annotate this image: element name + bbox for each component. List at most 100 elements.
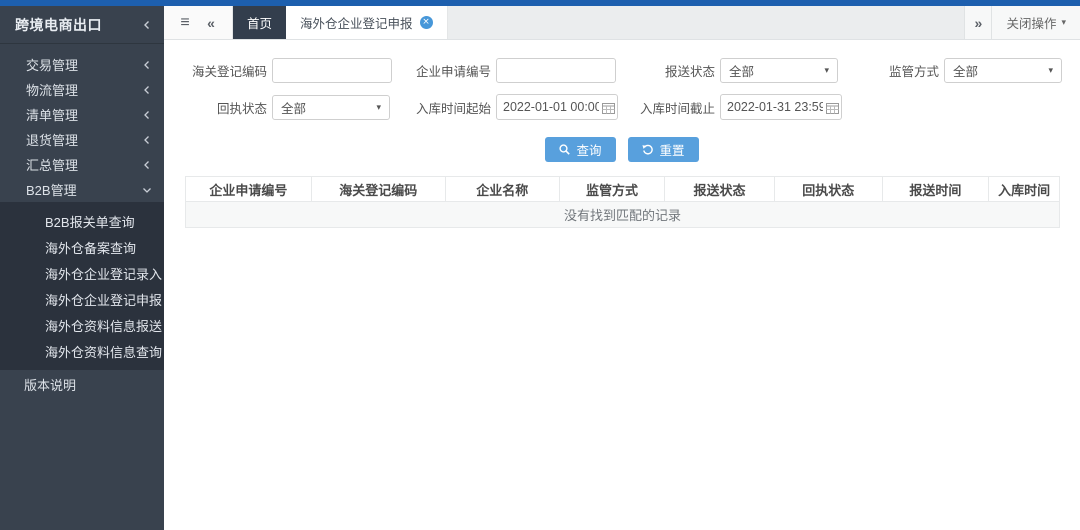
col-customs-reg-code[interactable]: 海关登记编码 [311,177,445,202]
caret-down-icon: ▾ [1061,17,1066,28]
tabbar-right-controls: » 关闭操作 ▾ [964,6,1080,39]
tab-controls: ≡ « [164,6,233,39]
filter-row-1: 海关登记编码 企业申请编号 报送状态 全部 ▾ 监管方式 全部 ▾ [183,58,1080,94]
enterprise-apply-no-input[interactable] [496,58,616,83]
scroll-tabs-right-icon[interactable]: » [965,6,991,39]
sidebar-item-summary[interactable]: 汇总管理 [0,152,164,177]
reset-button-label: 重置 [660,140,685,159]
sidebar: 跨境电商出口 交易管理 物流管理 清单管理 退货管理 汇总管理 B2B管理 [0,6,164,530]
sidebar-item-label: 交易管理 [26,55,142,74]
filter-row-2: 回执状态 全部 ▾ 入库时间起始 入库时间截止 [183,94,1080,131]
storage-time-end-wrap [720,94,842,120]
sidebar-menu: 交易管理 物流管理 清单管理 退货管理 汇总管理 B2B管理 B2B报关单查询 … [0,44,164,398]
empty-message-row: 没有找到匹配的记录 [186,202,1060,228]
chevron-left-icon [142,160,152,170]
search-icon [559,144,570,155]
sidebar-item-returns[interactable]: 退货管理 [0,127,164,152]
col-enterprise-apply-no[interactable]: 企业申请编号 [186,177,312,202]
submenu-overseas-warehouse-info-query[interactable]: 海外仓资料信息查询 [0,338,164,364]
field-report-status: 报送状态 全部 ▾ [631,58,855,83]
select-value: 全部 [281,98,371,117]
field-supervision-mode: 监管方式 全部 ▾ [855,58,1079,83]
caret-down-icon: ▾ [1048,65,1053,76]
table-header-row: 企业申请编号 海关登记编码 企业名称 监管方式 报送状态 回执状态 报送时间 入… [186,177,1060,202]
chevron-left-icon [142,60,152,70]
field-customs-reg-code: 海关登记编码 [183,58,407,83]
receipt-status-select[interactable]: 全部 ▾ [272,95,390,120]
report-status-select[interactable]: 全部 ▾ [720,58,838,83]
col-report-status[interactable]: 报送状态 [664,177,774,202]
reset-icon [642,144,654,155]
sidebar-item-logistics[interactable]: 物流管理 [0,77,164,102]
submenu-overseas-warehouse-info-report[interactable]: 海外仓资料信息报送 [0,312,164,338]
customs-reg-code-input[interactable] [272,58,392,83]
col-report-time[interactable]: 报送时间 [882,177,989,202]
sidebar-item-b2b[interactable]: B2B管理 [0,177,164,202]
select-value: 全部 [953,61,1043,80]
tab-label: 海外仓企业登记申报 [300,13,413,32]
select-value: 全部 [729,61,819,80]
caret-down-icon: ▾ [376,102,381,113]
calendar-icon[interactable] [826,101,839,119]
calendar-icon[interactable] [602,101,615,119]
chevron-left-icon [142,20,152,30]
tab-label: 首页 [247,13,272,32]
field-label: 海关登记编码 [183,61,267,80]
chevron-down-icon [142,185,152,195]
submenu-b2b-declaration-query[interactable]: B2B报关单查询 [0,208,164,234]
storage-time-start-input[interactable] [496,94,618,120]
field-label: 监管方式 [855,61,939,80]
query-button[interactable]: 查询 [545,137,615,162]
reset-button[interactable]: 重置 [628,137,699,162]
tabbar-spacer [448,6,965,39]
tab-home[interactable]: 首页 [233,6,286,39]
tab-close-icon[interactable]: × [420,16,433,29]
sidebar-header[interactable]: 跨境电商出口 [0,6,164,44]
chevron-left-icon [142,135,152,145]
storage-time-start-wrap [496,94,618,120]
app-title: 跨境电商出口 [15,15,142,35]
field-label: 回执状态 [183,98,267,117]
sidebar-item-version-notes[interactable]: 版本说明 [0,370,164,398]
scroll-tabs-left-icon[interactable]: « [198,6,224,39]
sidebar-item-label: B2B管理 [26,180,142,199]
main-area: ≡ « 首页 海外仓企业登记申报 × » 关闭操作 ▾ 海关登记编码 [164,6,1080,530]
col-supervision-mode[interactable]: 监管方式 [560,177,665,202]
field-storage-time-start: 入库时间起始 [407,94,631,120]
query-button-label: 查询 [576,140,601,159]
sidebar-item-label: 汇总管理 [26,155,142,174]
sidebar-item-label: 退货管理 [26,130,142,149]
sidebar-item-manifest[interactable]: 清单管理 [0,102,164,127]
chevron-left-icon [142,110,152,120]
close-operations-dropdown[interactable]: 关闭操作 ▾ [992,13,1080,32]
col-storage-time[interactable]: 入库时间 [989,177,1060,202]
field-label: 企业申请编号 [407,61,491,80]
results-table: 企业申请编号 海关登记编码 企业名称 监管方式 报送状态 回执状态 报送时间 入… [185,176,1060,228]
field-enterprise-apply-no: 企业申请编号 [407,58,631,83]
sidebar-item-label: 清单管理 [26,105,142,124]
action-buttons: 查询 重置 [164,137,1080,162]
chevron-left-icon [142,85,152,95]
page-content: 海关登记编码 企业申请编号 报送状态 全部 ▾ 监管方式 全部 ▾ [164,40,1080,228]
sidebar-item-label: 物流管理 [26,80,142,99]
caret-down-icon: ▾ [824,65,829,76]
field-storage-time-end: 入库时间截止 [631,94,855,120]
field-label: 入库时间截止 [631,98,715,117]
tab-bar: ≡ « 首页 海外仓企业登记申报 × » 关闭操作 ▾ [164,6,1080,40]
field-receipt-status: 回执状态 全部 ▾ [183,94,407,120]
storage-time-end-input[interactable] [720,94,842,120]
submenu-overseas-warehouse-registration-entry[interactable]: 海外仓企业登记录入 [0,260,164,286]
b2b-submenu: B2B报关单查询 海外仓备案查询 海外仓企业登记录入 海外仓企业登记申报 海外仓… [0,202,164,370]
submenu-overseas-warehouse-record-query[interactable]: 海外仓备案查询 [0,234,164,260]
sidebar-item-trade[interactable]: 交易管理 [0,52,164,77]
close-operations-label: 关闭操作 [1006,13,1056,32]
supervision-mode-select[interactable]: 全部 ▾ [944,58,1062,83]
field-label: 入库时间起始 [407,98,491,117]
col-receipt-status[interactable]: 回执状态 [775,177,883,202]
menu-toggle-icon[interactable]: ≡ [172,6,198,39]
submenu-overseas-warehouse-registration-declare[interactable]: 海外仓企业登记申报 [0,286,164,312]
tab-overseas-warehouse-registration-declare[interactable]: 海外仓企业登记申报 × [286,6,448,39]
col-enterprise-name[interactable]: 企业名称 [445,177,559,202]
field-label: 报送状态 [631,61,715,80]
empty-message: 没有找到匹配的记录 [186,202,1060,228]
